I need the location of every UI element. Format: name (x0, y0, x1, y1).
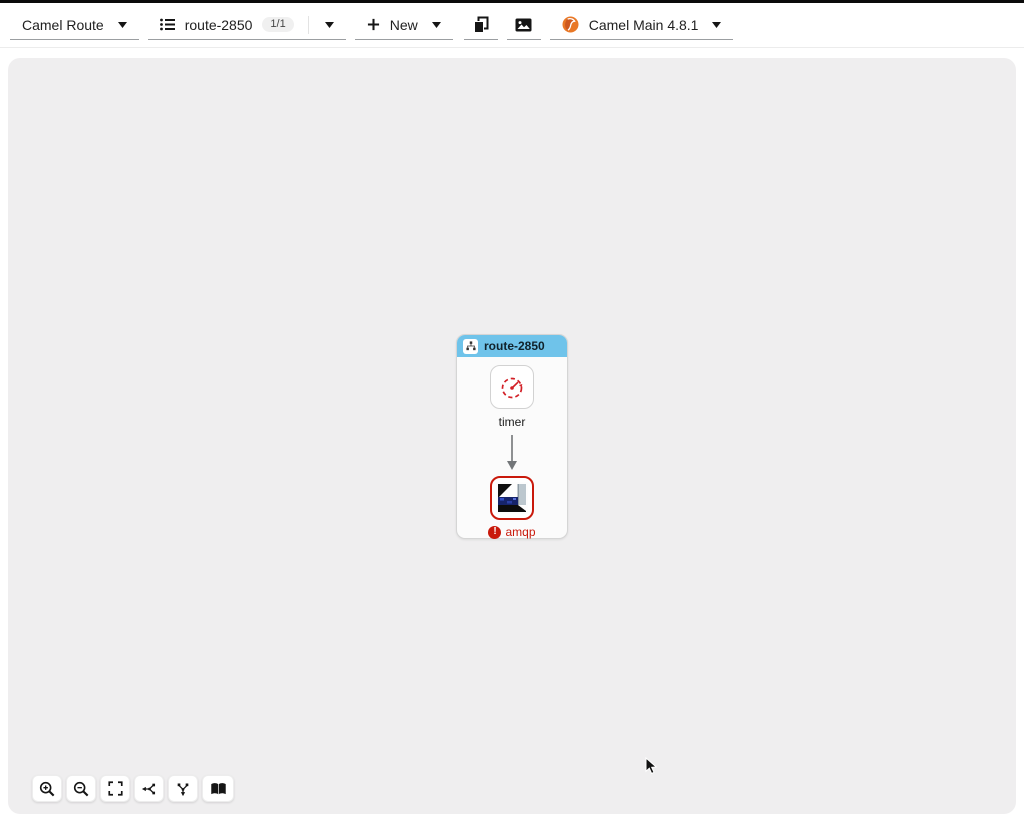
fit-to-screen-button[interactable] (100, 775, 130, 802)
vertical-layout-button[interactable] (168, 775, 198, 802)
catalog-button[interactable] (202, 775, 234, 802)
node-amqp-caption: ! amqp (488, 525, 535, 539)
route-icon (463, 339, 478, 354)
layout-vertical-icon (175, 781, 191, 797)
dsl-select-label: Camel Route (22, 17, 104, 33)
chevron-down-icon (118, 22, 127, 28)
edge-arrow-icon (505, 434, 519, 472)
route-group-title: route-2850 (484, 339, 545, 353)
dsl-select-dropdown[interactable]: Camel Route (10, 11, 139, 40)
divider (308, 16, 309, 34)
new-route-dropdown[interactable]: New (355, 11, 453, 40)
node-amqp[interactable] (490, 476, 534, 520)
runtime-selector-dropdown[interactable]: Camel Main 4.8.1 (550, 11, 734, 40)
export-image-button[interactable] (507, 11, 541, 40)
layout-horizontal-icon (141, 781, 157, 797)
new-route-label: New (390, 17, 418, 33)
horizontal-layout-button[interactable] (134, 775, 164, 802)
export-image-icon (515, 18, 532, 32)
book-icon (210, 782, 227, 796)
node-timer-label: timer (499, 415, 526, 429)
zoom-in-button[interactable] (32, 775, 62, 802)
copy-icon (473, 16, 489, 33)
canvas-controls (32, 775, 234, 802)
camel-logo-icon (562, 16, 579, 33)
route-group-card[interactable]: route-2850 timer (456, 334, 568, 539)
node-amqp-label: amqp (505, 525, 535, 539)
route-count-badge: 1/1 (262, 17, 293, 32)
error-exclamation-icon: ! (488, 526, 501, 539)
node-timer[interactable] (490, 365, 534, 409)
copy-source-button[interactable] (464, 11, 498, 40)
broken-image-icon (496, 482, 528, 514)
timer-icon (498, 373, 526, 401)
visualization-canvas[interactable]: route-2850 timer (8, 58, 1016, 814)
chevron-down-icon[interactable] (325, 22, 334, 28)
plus-icon (367, 18, 380, 31)
zoom-out-icon (73, 781, 89, 797)
editor-toolbar: Camel Route route-2850 1/1 New (0, 3, 1024, 48)
flows-list-dropdown[interactable]: route-2850 1/1 (148, 11, 346, 40)
chevron-down-icon (712, 22, 721, 28)
route-body: timer (457, 357, 567, 539)
flows-list-icon (160, 18, 175, 31)
fit-to-screen-icon (108, 781, 123, 796)
chevron-down-icon (432, 22, 441, 28)
route-group-header[interactable]: route-2850 (457, 335, 567, 357)
zoom-out-button[interactable] (66, 775, 96, 802)
runtime-label: Camel Main 4.8.1 (589, 17, 699, 33)
zoom-in-icon (39, 781, 55, 797)
active-route-label: route-2850 (185, 17, 253, 33)
